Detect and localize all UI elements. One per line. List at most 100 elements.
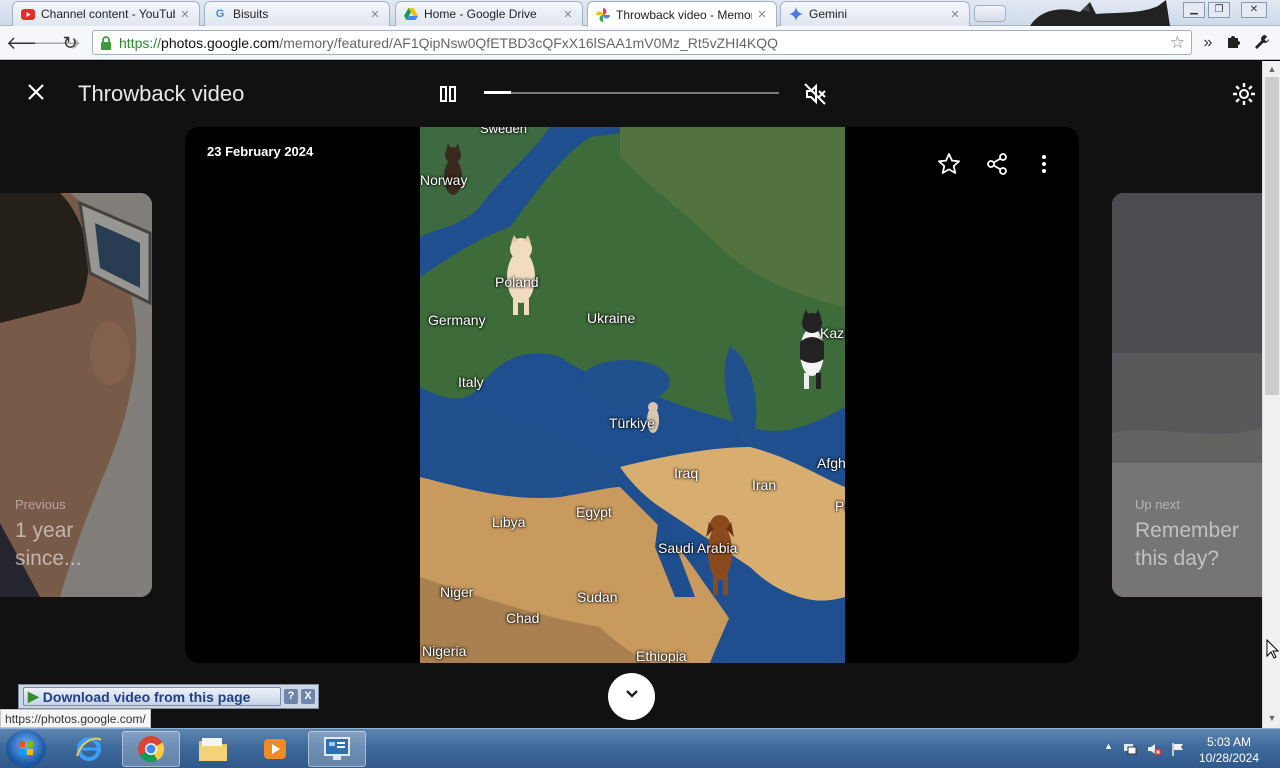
- show-hidden-icons-icon[interactable]: ▲: [1104, 741, 1113, 751]
- tab-label: Home - Google Drive: [424, 7, 537, 21]
- close-window-button[interactable]: ✕: [1241, 2, 1267, 18]
- tab-gemini[interactable]: Gemini ✕: [780, 1, 970, 26]
- map-label: Norway: [420, 172, 468, 188]
- play-icon: ▶: [28, 688, 39, 704]
- close-icon[interactable]: [24, 81, 48, 105]
- internet-explorer-icon[interactable]: [60, 731, 118, 767]
- windows-taskbar: ▲ 5:03 AM 10/28/2024: [0, 728, 1280, 768]
- browser-toolbar: 🡐 🡒 ↻ https://photos.google.com/memory/f…: [0, 26, 1280, 60]
- screen: Channel content - YouTube ✕ G Bisuits ✕ …: [0, 0, 1280, 768]
- page-title: Throwback video: [78, 81, 245, 106]
- google-icon: G: [215, 8, 225, 20]
- share-icon[interactable]: [984, 151, 1010, 177]
- mouse-cursor-icon: [1266, 639, 1280, 659]
- next-label: Up next: [1135, 497, 1180, 512]
- google-photos-icon: [596, 7, 610, 22]
- remote-desktop-icon[interactable]: [308, 731, 366, 767]
- tab-strip: Channel content - YouTube ✕ G Bisuits ✕ …: [0, 0, 1280, 27]
- forward-arrow-icon[interactable]: 🡒: [33, 33, 81, 53]
- address-bar[interactable]: https://photos.google.com/memory/feature…: [92, 30, 1192, 55]
- map-label: Iraq: [674, 465, 699, 481]
- scrollbar-thumb[interactable]: [1265, 77, 1279, 395]
- map-label: Nigeria: [422, 643, 467, 659]
- previous-memory-card[interactable]: Previous 1 year since...: [0, 193, 152, 597]
- map-label: Niger: [440, 584, 474, 600]
- scroll-down-icon[interactable]: ▼: [1266, 713, 1278, 725]
- map-label: Türkiye: [609, 415, 655, 431]
- muted-speaker-icon[interactable]: [802, 81, 828, 107]
- chevron-down-icon: [624, 686, 640, 707]
- memory-date: 23 February 2024: [207, 144, 314, 159]
- volume-muted-icon[interactable]: [1146, 741, 1162, 757]
- next-memory-card[interactable]: Up next Remember this day?: [1112, 193, 1262, 597]
- map-label: Chad: [506, 610, 540, 626]
- help-button[interactable]: ?: [284, 689, 298, 704]
- photos-memory-viewer: Throwback video Previous 1 year since...…: [0, 61, 1262, 728]
- status-bar-url: https://photos.google.com/: [0, 709, 151, 728]
- file-explorer-icon[interactable]: [184, 731, 242, 767]
- show-details-button[interactable]: [608, 673, 655, 720]
- tab-youtube[interactable]: Channel content - YouTube ✕: [12, 1, 200, 26]
- puzzle-extensions-icon[interactable]: [1224, 33, 1244, 53]
- download-video-button[interactable]: ▶ Download video from this page: [23, 687, 281, 706]
- system-tray: ▲ 5:03 AM 10/28/2024: [1100, 729, 1280, 768]
- memory-card: 23 February 2024 Sweden Norway Poland Ge…: [185, 127, 1079, 663]
- map-label: Egypt: [576, 504, 612, 520]
- bookmark-star-icon[interactable]: ☆: [1170, 33, 1185, 53]
- close-extension-button[interactable]: X: [301, 689, 315, 704]
- tab-throwback-video[interactable]: Throwback video - Memories ✕: [587, 1, 777, 27]
- restore-button[interactable]: ❐: [1208, 2, 1230, 18]
- previous-label: Previous: [15, 497, 66, 512]
- network-icon[interactable]: [1122, 741, 1138, 757]
- back-arrow-icon[interactable]: 🡐: [6, 33, 54, 53]
- map-label: Afghanistan: [817, 455, 845, 471]
- gear-icon[interactable]: [1231, 81, 1257, 107]
- action-center-flag-icon[interactable]: [1170, 741, 1186, 757]
- system-clock[interactable]: 5:03 AM 10/28/2024: [1196, 734, 1262, 766]
- lock-icon: [98, 35, 114, 51]
- url-text: https://photos.google.com/memory/feature…: [119, 34, 779, 51]
- media-player-icon[interactable]: [246, 731, 304, 767]
- map-label: Pakistan: [835, 498, 845, 514]
- map-label: Ethiopia: [636, 648, 687, 663]
- playback-progress-bar[interactable]: [484, 91, 779, 94]
- wrench-menu-icon[interactable]: [1252, 33, 1272, 53]
- map-label: Ukraine: [587, 310, 636, 326]
- clock-time: 5:03 AM: [1206, 735, 1252, 749]
- tab-close-icon[interactable]: ✕: [369, 8, 381, 21]
- map-label: Sudan: [577, 589, 618, 605]
- google-drive-icon: [404, 7, 418, 21]
- scroll-up-icon[interactable]: ▲: [1266, 64, 1278, 76]
- previous-title: 1 year since...: [15, 519, 82, 570]
- page-scrollbar[interactable]: ▲ ▼: [1262, 61, 1280, 728]
- minimize-button[interactable]: ▁: [1183, 2, 1205, 18]
- start-button[interactable]: [6, 730, 46, 768]
- pause-icon[interactable]: [437, 83, 459, 105]
- tab-close-icon[interactable]: ✕: [562, 8, 574, 21]
- new-tab-button[interactable]: [974, 5, 1006, 22]
- theme-cat-image: [1030, 0, 1170, 26]
- more-options-icon[interactable]: [1031, 151, 1057, 177]
- youtube-icon: [21, 7, 35, 21]
- tab-close-icon[interactable]: ✕: [949, 8, 961, 21]
- map-label: Saudi Arabia: [658, 540, 738, 556]
- chrome-taskbar-icon[interactable]: [122, 731, 180, 767]
- download-extension-bar: ▶ Download video from this page ? X: [18, 684, 319, 709]
- gemini-icon: [789, 7, 803, 21]
- clock-date: 10/28/2024: [1198, 751, 1260, 765]
- tab-close-icon[interactable]: ✕: [179, 8, 191, 21]
- tab-label: Bisuits: [233, 7, 269, 21]
- windows-logo-icon: [19, 741, 33, 755]
- map-label: Iran: [752, 477, 777, 493]
- video-frame[interactable]: Sweden Norway Poland Germany Ukraine Kaz…: [420, 127, 845, 663]
- tab-label: Channel content - YouTube: [41, 7, 175, 21]
- download-label: Download video from this page: [42, 688, 251, 705]
- tab-close-icon[interactable]: ✕: [756, 8, 768, 21]
- tab-bisuits[interactable]: G Bisuits ✕: [204, 1, 390, 26]
- tab-google-drive[interactable]: Home - Google Drive ✕: [395, 1, 583, 26]
- more-extensions-icon[interactable]: »: [1198, 33, 1218, 53]
- star-icon[interactable]: [936, 151, 962, 177]
- reload-icon[interactable]: ↻: [60, 33, 80, 53]
- map-label: Libya: [492, 514, 526, 530]
- map-video-image: [420, 127, 845, 663]
